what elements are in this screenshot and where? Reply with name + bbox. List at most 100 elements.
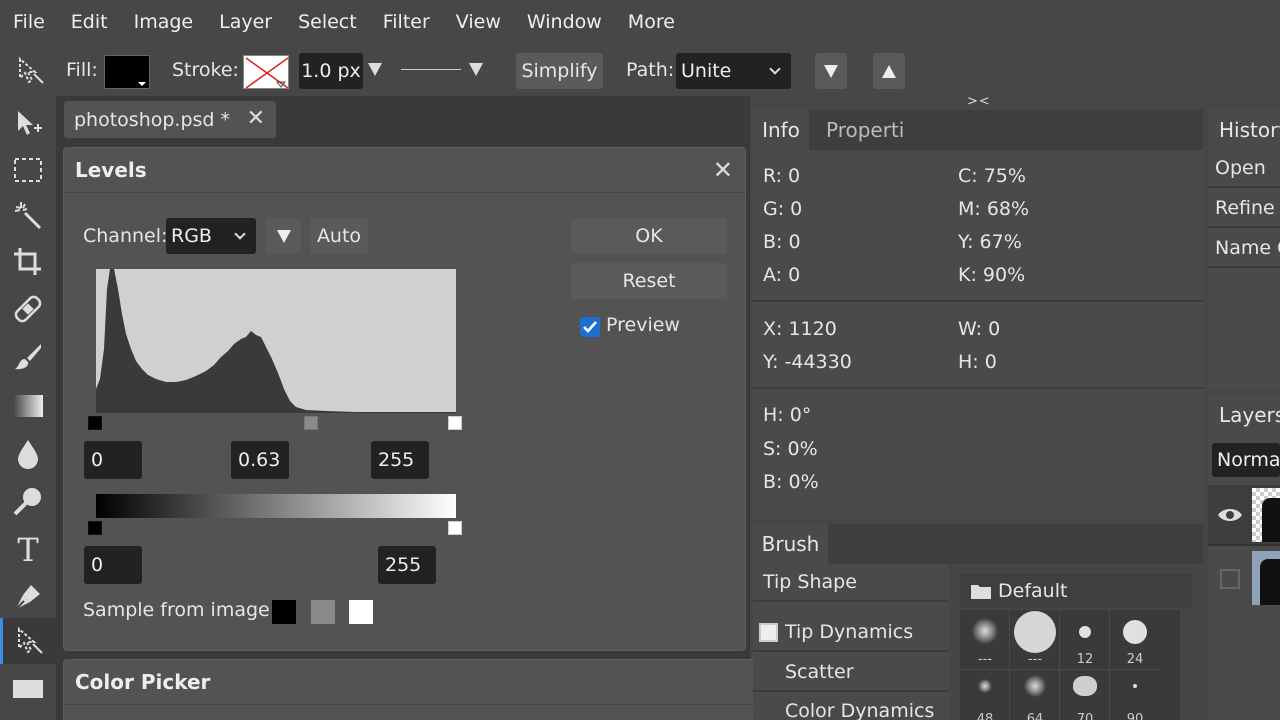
brush-preset[interactable]: 70: [1060, 670, 1110, 720]
simplify-button[interactable]: Simplify: [516, 53, 603, 89]
tool-bar: T: [0, 96, 56, 720]
sample-gray-eyedropper[interactable]: [311, 600, 335, 624]
menu-file[interactable]: File: [0, 11, 58, 33]
channel-select[interactable]: RGB: [166, 218, 256, 254]
blur-tool[interactable]: [0, 431, 56, 477]
fill-label: Fill:: [66, 59, 98, 81]
crop-tool[interactable]: [0, 239, 56, 285]
channel-menu-button[interactable]: [266, 218, 301, 254]
path-label: Path:: [626, 59, 675, 81]
menu-filter[interactable]: Filter: [370, 11, 443, 33]
info-y: Y: 67%: [958, 231, 1022, 253]
brush-tool[interactable]: [0, 334, 56, 380]
magic-wand-tool[interactable]: [0, 193, 56, 239]
menu-edit[interactable]: Edit: [58, 11, 121, 33]
tip-dynamics-checkbox[interactable]: [759, 622, 778, 642]
path-arrange-up-button[interactable]: [873, 53, 905, 89]
stroke-width-dropdown-icon[interactable]: [368, 63, 382, 76]
brush-item-tip-dynamics[interactable]: Tip Dynamics: [753, 614, 949, 652]
sample-white-eyedropper[interactable]: [349, 600, 373, 624]
output-black-slider[interactable]: [88, 521, 102, 535]
brush-preset[interactable]: ---: [1010, 610, 1060, 670]
history-item[interactable]: Refine E: [1208, 190, 1280, 228]
input-white-field[interactable]: 255: [371, 441, 429, 479]
input-black-slider[interactable]: [88, 416, 102, 430]
input-gamma-field[interactable]: 0.63: [231, 441, 289, 479]
brush-item-tip-shape[interactable]: Tip Shape: [753, 564, 949, 602]
path-arrange-down-button[interactable]: [815, 53, 847, 89]
brush-preset[interactable]: 90: [1110, 670, 1160, 720]
type-icon: T: [17, 533, 39, 565]
info-m: M: 68%: [958, 198, 1030, 220]
layer-row[interactable]: [1208, 548, 1280, 609]
preview-checkbox[interactable]: [580, 317, 600, 337]
preset-folder-header[interactable]: Default: [960, 574, 1192, 608]
reset-button[interactable]: Reset: [571, 263, 727, 299]
brush-preset[interactable]: 12: [1060, 610, 1110, 670]
ok-label: OK: [635, 225, 663, 247]
stroke-color-swatch[interactable]: [243, 55, 289, 89]
ok-button[interactable]: OK: [571, 218, 727, 254]
sample-black-eyedropper[interactable]: [272, 600, 296, 624]
menu-window[interactable]: Window: [514, 11, 615, 33]
brush-item-scatter[interactable]: Scatter: [753, 654, 949, 692]
path-mode-select[interactable]: Unite: [676, 53, 791, 89]
stroke-style-dropdown-icon[interactable]: [469, 63, 483, 76]
brush-size-label: 24: [1126, 652, 1144, 667]
brush-preset[interactable]: 24: [1110, 610, 1160, 670]
stroke-width-field[interactable]: 1.0 px: [299, 53, 363, 89]
tab-properties[interactable]: Properti: [826, 110, 916, 150]
brush-icon: [15, 344, 41, 370]
gradient-tool[interactable]: [0, 383, 56, 429]
checkmark-icon: [583, 321, 597, 333]
brush-settings-list: Tip Shape Tip Dynamics Scatter Color Dyn…: [753, 564, 949, 720]
move-tool[interactable]: [0, 100, 56, 146]
shape-tool[interactable]: [0, 666, 56, 712]
tab-info[interactable]: Info: [753, 110, 809, 150]
history-item[interactable]: Open: [1208, 150, 1280, 188]
stroke-style-line[interactable]: [401, 69, 461, 70]
input-white-slider[interactable]: [448, 416, 462, 430]
brush-preset[interactable]: ---: [960, 610, 1010, 670]
info-panel: Info Properti R: 0 G: 0 B: 0 A: 0 C: 75%…: [753, 110, 1203, 520]
menu-more[interactable]: More: [615, 11, 688, 33]
tab-history[interactable]: History: [1208, 110, 1280, 150]
brush-tip-soft: [1024, 675, 1046, 697]
dodge-tool[interactable]: [0, 478, 56, 524]
tab-brush[interactable]: Brush: [753, 524, 828, 564]
input-black-value: 0: [91, 449, 104, 471]
document-tab[interactable]: photoshop.psd * ✕: [64, 101, 276, 138]
tab-layers[interactable]: Layers: [1208, 395, 1280, 435]
brush-item-color-dynamics[interactable]: Color Dynamics: [753, 692, 949, 720]
menu-image[interactable]: Image: [121, 11, 207, 33]
output-black-field[interactable]: 0: [84, 546, 142, 584]
auto-button[interactable]: Auto: [310, 218, 368, 254]
output-white-slider[interactable]: [448, 521, 462, 535]
output-gradient-bar: [96, 494, 456, 518]
visibility-checkbox[interactable]: [1220, 569, 1240, 589]
brush-tip-hard: [1133, 684, 1137, 688]
panel-collapse-icon[interactable]: ><: [967, 94, 991, 109]
blend-mode-select[interactable]: Norma: [1212, 443, 1280, 477]
brush-preset[interactable]: 48: [960, 670, 1010, 720]
menu-layer[interactable]: Layer: [206, 11, 285, 33]
fill-color-swatch[interactable]: [104, 55, 150, 89]
output-white-field[interactable]: 255: [378, 546, 436, 584]
path-select-tool[interactable]: [0, 618, 56, 664]
marquee-tool[interactable]: [0, 147, 56, 193]
history-panel: History Open Refine E Name C: [1208, 110, 1280, 390]
drop-icon: [18, 440, 38, 469]
healing-tool[interactable]: [0, 286, 56, 332]
close-icon[interactable]: ✕: [713, 156, 733, 184]
menu-view[interactable]: View: [443, 11, 514, 33]
input-black-field[interactable]: 0: [84, 441, 142, 479]
brush-preset[interactable]: 64: [1010, 670, 1060, 720]
blend-mode-value: Norma: [1217, 449, 1280, 471]
input-gamma-slider[interactable]: [304, 416, 318, 430]
type-tool[interactable]: T: [0, 526, 56, 572]
menu-select[interactable]: Select: [285, 11, 370, 33]
history-item[interactable]: Name C: [1208, 230, 1280, 268]
layer-row[interactable]: [1208, 485, 1280, 546]
pen-tool[interactable]: [0, 574, 56, 620]
close-icon[interactable]: ✕: [247, 106, 265, 131]
